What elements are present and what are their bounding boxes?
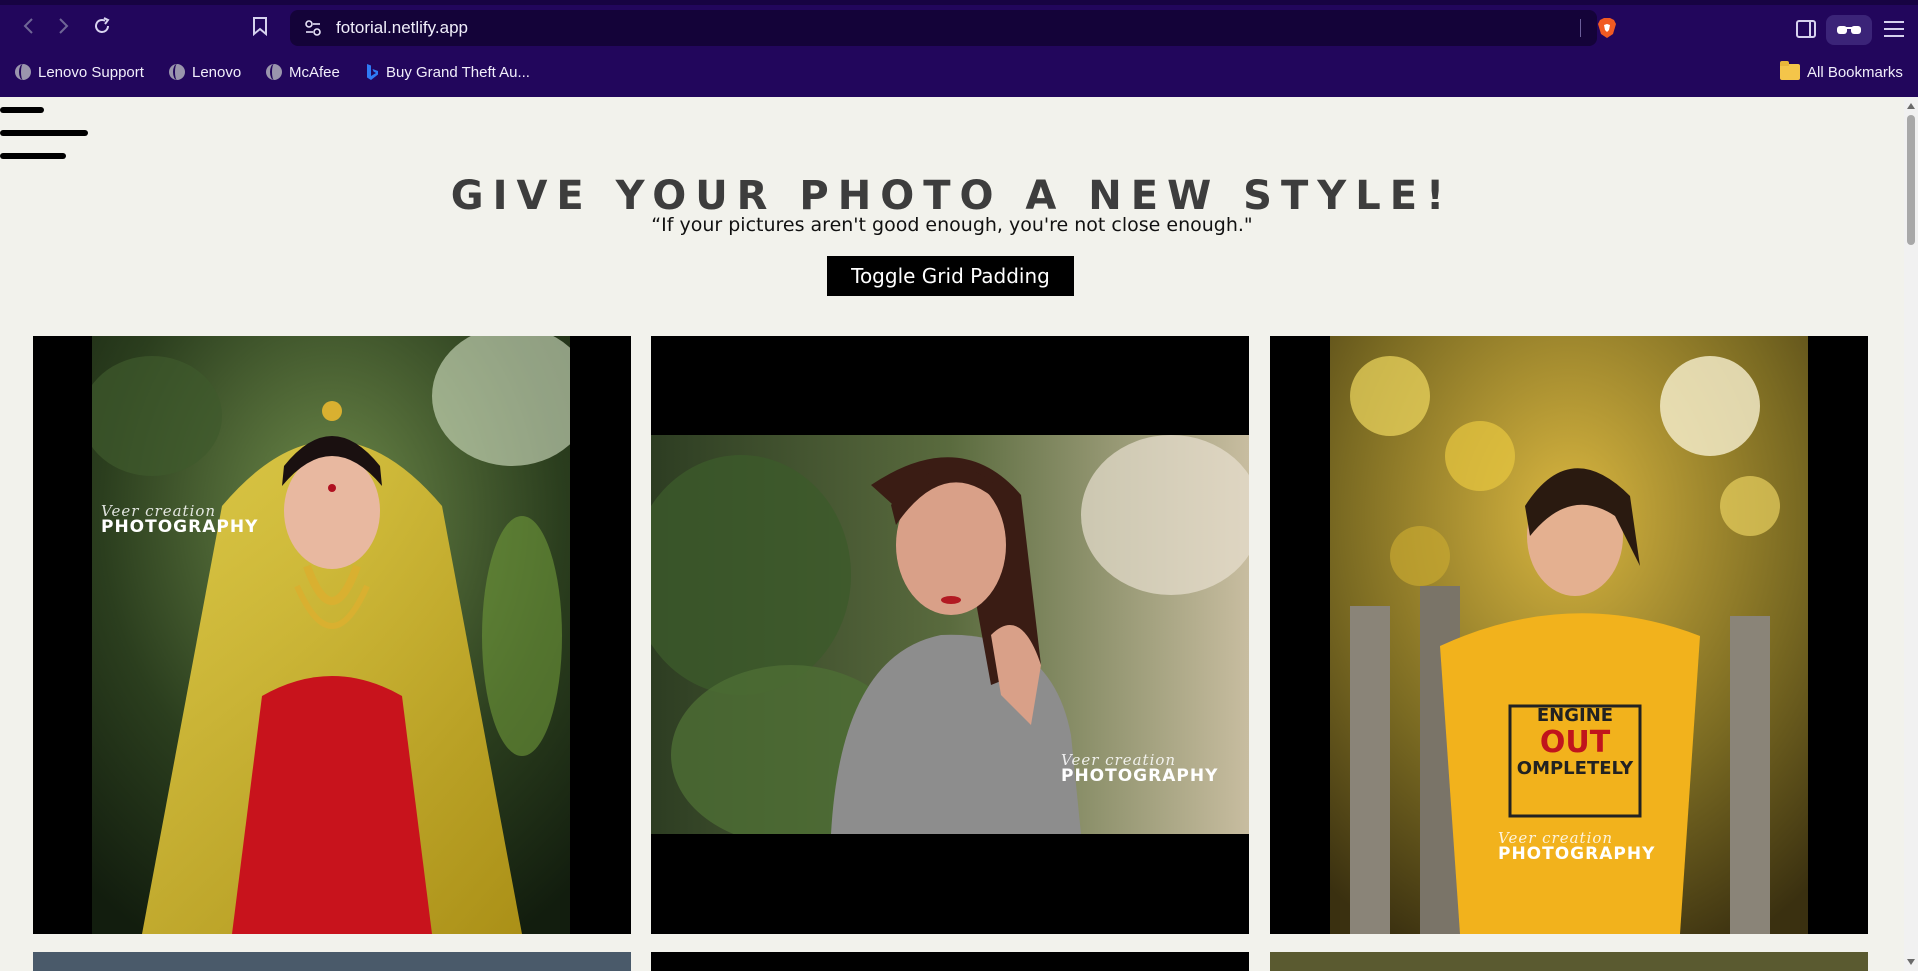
photo-card-row2-1[interactable] — [33, 952, 631, 971]
scrollbar-thumb[interactable] — [1907, 115, 1915, 245]
photo-card-bride[interactable]: Veer creation PHOTOGRAPHY — [33, 336, 631, 934]
bookmark-label: Buy Grand Theft Au... — [386, 63, 530, 81]
menu-icon[interactable] — [1884, 21, 1904, 37]
address-bar-divider — [1580, 19, 1581, 37]
reload-button[interactable] — [88, 12, 116, 40]
photo-card-row2-2[interactable] — [651, 952, 1249, 971]
scroll-down-arrow-icon[interactable] — [1907, 959, 1915, 965]
chevron-right-icon — [59, 18, 69, 34]
chevron-left-icon — [23, 18, 33, 34]
bookmark-label: Lenovo Support — [38, 63, 144, 81]
scroll-up-arrow-icon[interactable] — [1907, 103, 1915, 109]
sidebar-toggle-icon[interactable] — [1796, 20, 1816, 38]
reload-icon — [95, 17, 110, 33]
back-button[interactable] — [14, 12, 42, 40]
photo-card-row2-3[interactable] — [1270, 952, 1868, 971]
globe-icon — [169, 64, 185, 80]
shirt-text: ENGINE OUT OMPLETELY — [1516, 705, 1634, 779]
glasses-icon — [1837, 26, 1861, 34]
bookmark-icon — [253, 17, 267, 36]
browser-chrome: fotorial.netlify.app Lenovo Support Leno… — [0, 0, 1918, 97]
globe-icon — [266, 64, 282, 80]
navigation-bar: fotorial.netlify.app — [0, 8, 1918, 48]
all-bookmarks-button[interactable]: All Bookmarks — [1780, 60, 1903, 84]
bookmark-page-button[interactable] — [246, 12, 274, 40]
bride-photo-image — [92, 336, 570, 934]
hamburger-menu-icon[interactable] — [0, 107, 90, 167]
brave-shields-icon[interactable] — [1596, 17, 1618, 39]
bookmark-mcafee[interactable]: McAfee — [266, 60, 340, 84]
photo-watermark: Veer creation PHOTOGRAPHY — [1498, 829, 1656, 864]
toggle-grid-padding-button[interactable]: Toggle Grid Padding — [827, 256, 1074, 296]
bookmark-gta[interactable]: Buy Grand Theft Au... — [365, 60, 530, 84]
bride-photo — [92, 336, 570, 934]
site-settings-icon[interactable] — [304, 19, 322, 37]
photo-card-girl-grey[interactable]: Veer creation PHOTOGRAPHY — [651, 336, 1249, 934]
page-scrollbar[interactable] — [1904, 97, 1918, 971]
page-quote: “If your pictures aren't good enough, yo… — [651, 214, 1253, 236]
bookmark-lenovo[interactable]: Lenovo — [169, 60, 241, 84]
forward-button[interactable] — [50, 12, 78, 40]
all-bookmarks-label: All Bookmarks — [1807, 63, 1903, 81]
page-title: GIVE YOUR PHOTO A NEW STYLE! — [450, 173, 1454, 219]
address-bar[interactable]: fotorial.netlify.app — [290, 10, 1616, 46]
bookmarks-bar: Lenovo Support Lenovo McAfee Buy Grand T… — [0, 60, 1918, 84]
bookmark-lenovo-support[interactable]: Lenovo Support — [15, 60, 144, 84]
bookmark-label: Lenovo — [192, 63, 242, 81]
photo-card-girl-yellow[interactable]: ENGINE OUT OMPLETELY Veer creation PHOTO… — [1270, 336, 1868, 934]
bookmark-label: McAfee — [289, 63, 340, 81]
folder-icon — [1780, 61, 1800, 80]
photo-watermark: Veer creation PHOTOGRAPHY — [101, 502, 259, 537]
web-page: GIVE YOUR PHOTO A NEW STYLE! “If your pi… — [0, 97, 1904, 971]
reader-mode-button[interactable] — [1826, 15, 1872, 45]
window-top-edge — [0, 0, 1918, 5]
bing-icon — [367, 64, 378, 80]
photo-watermark: Veer creation PHOTOGRAPHY — [1061, 751, 1219, 786]
url-text[interactable]: fotorial.netlify.app — [336, 18, 468, 38]
globe-icon — [15, 64, 31, 80]
